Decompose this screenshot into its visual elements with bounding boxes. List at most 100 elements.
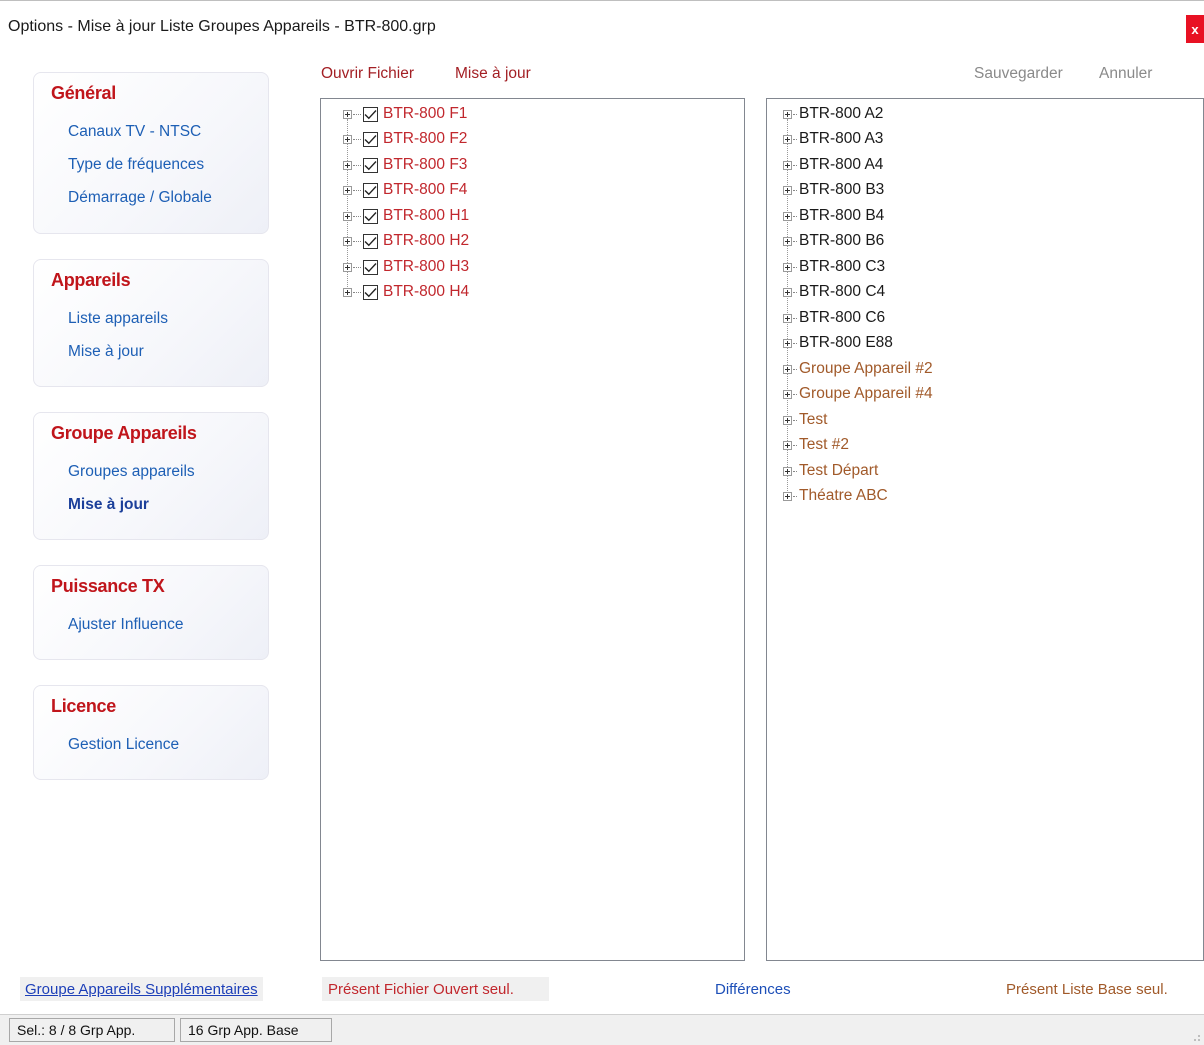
tree-item[interactable]: BTR-800 C3 bbox=[783, 256, 885, 278]
expand-icon[interactable] bbox=[783, 313, 792, 323]
sidebar-item-group-update[interactable]: Mise à jour bbox=[68, 496, 149, 514]
legend-only-base: Présent Liste Base seul. bbox=[1006, 977, 1168, 1001]
update-link[interactable]: Mise à jour bbox=[455, 65, 531, 83]
tree-item[interactable]: BTR-800 A2 bbox=[783, 103, 883, 125]
tree-item[interactable]: Test #2 bbox=[783, 434, 849, 456]
expand-icon[interactable] bbox=[343, 262, 352, 272]
cancel-link[interactable]: Annuler bbox=[1099, 65, 1152, 83]
tree-item[interactable]: BTR-800 C4 bbox=[783, 281, 885, 303]
expand-icon[interactable] bbox=[783, 134, 792, 144]
tree-item[interactable]: BTR-800 H3 bbox=[343, 256, 469, 278]
checkbox[interactable] bbox=[363, 259, 378, 275]
expand-icon[interactable] bbox=[783, 364, 792, 374]
checkbox[interactable] bbox=[363, 233, 378, 249]
checkbox[interactable] bbox=[363, 284, 378, 300]
save-link[interactable]: Sauvegarder bbox=[974, 65, 1063, 83]
tree-item-label: Théatre ABC bbox=[799, 487, 888, 504]
sidebar-item-device-update[interactable]: Mise à jour bbox=[68, 343, 144, 361]
tree-item[interactable]: BTR-800 F2 bbox=[343, 128, 467, 150]
tree-item-label: BTR-800 B4 bbox=[799, 207, 885, 224]
tree-item[interactable]: Théatre ABC bbox=[783, 485, 888, 507]
tree-item[interactable]: BTR-800 B3 bbox=[783, 179, 884, 201]
sidebar-section-tx-power: Puissance TX Ajuster Influence bbox=[33, 565, 269, 660]
tree-item[interactable]: BTR-800 C6 bbox=[783, 307, 885, 329]
expand-icon[interactable] bbox=[783, 440, 792, 450]
expand-icon[interactable] bbox=[783, 109, 792, 119]
tree-item-label: BTR-800 F2 bbox=[383, 130, 468, 147]
checkbox[interactable] bbox=[363, 182, 378, 198]
expand-icon[interactable] bbox=[343, 236, 352, 246]
expand-icon[interactable] bbox=[783, 287, 792, 297]
legend-only-open-file-label: Présent Fichier Ouvert seul. bbox=[328, 980, 514, 998]
section-title: Groupe Appareils bbox=[51, 423, 197, 443]
expand-icon[interactable] bbox=[783, 491, 792, 501]
legend-only-base-label: Présent Liste Base seul. bbox=[1006, 980, 1168, 998]
expand-icon[interactable] bbox=[783, 185, 792, 195]
expand-icon[interactable] bbox=[783, 389, 792, 399]
tree-item[interactable]: BTR-800 H1 bbox=[343, 205, 469, 227]
tree-item[interactable]: Groupe Appareil #2 bbox=[783, 358, 933, 380]
check-icon bbox=[364, 160, 377, 170]
checkbox[interactable] bbox=[363, 208, 378, 224]
expand-icon[interactable] bbox=[783, 211, 792, 221]
expand-icon[interactable] bbox=[783, 415, 792, 425]
sidebar-item-adjust-influence[interactable]: Ajuster Influence bbox=[68, 616, 183, 634]
expand-icon[interactable] bbox=[343, 211, 352, 221]
tree-item[interactable]: BTR-800 B4 bbox=[783, 205, 884, 227]
checkbox[interactable] bbox=[363, 106, 378, 122]
tree-item-label: BTR-800 F4 bbox=[383, 181, 468, 198]
tree-item-label: BTR-800 B6 bbox=[799, 232, 885, 249]
expand-icon[interactable] bbox=[783, 236, 792, 246]
expand-icon[interactable] bbox=[343, 185, 352, 195]
sidebar-item-tv-channels[interactable]: Canaux TV - NTSC bbox=[68, 123, 201, 141]
sidebar-item-device-groups[interactable]: Groupes appareils bbox=[68, 463, 195, 481]
tree-item[interactable]: Test bbox=[783, 409, 827, 431]
sidebar-item-device-list[interactable]: Liste appareils bbox=[68, 310, 168, 328]
sidebar-item-startup-global[interactable]: Démarrage / Globale bbox=[68, 189, 212, 207]
tree-item-label: BTR-800 A3 bbox=[799, 130, 884, 147]
tree-item[interactable]: BTR-800 H4 bbox=[343, 281, 469, 303]
expand-icon[interactable] bbox=[783, 262, 792, 272]
checkbox[interactable] bbox=[363, 157, 378, 173]
tree-item[interactable]: BTR-800 F1 bbox=[343, 103, 467, 125]
expand-icon[interactable] bbox=[343, 134, 352, 144]
tree-item[interactable]: Test Départ bbox=[783, 460, 878, 482]
legend-extra-groups[interactable]: Groupe Appareils Supplémentaires bbox=[20, 977, 263, 1001]
open-file-tree[interactable]: BTR-800 F1 BTR-800 F2 BTR-800 F3 BTR-800… bbox=[320, 98, 745, 961]
legend-only-open-file: Présent Fichier Ouvert seul. bbox=[322, 977, 549, 1001]
tree-item[interactable]: BTR-800 H2 bbox=[343, 230, 469, 252]
section-title: Licence bbox=[51, 696, 116, 716]
tree-item-label: BTR-800 E88 bbox=[799, 334, 893, 351]
title-bar: Options - Mise à jour Liste Groupes Appa… bbox=[0, 0, 1204, 54]
check-icon bbox=[364, 185, 377, 195]
base-list-tree[interactable]: BTR-800 A2 BTR-800 A3 BTR-800 A4 BTR-800… bbox=[766, 98, 1204, 961]
tree-item[interactable]: BTR-800 A3 bbox=[783, 128, 883, 150]
resize-grip-icon[interactable] bbox=[1193, 1034, 1201, 1042]
sidebar-section-device-groups: Groupe Appareils Groupes appareils Mise … bbox=[33, 412, 269, 540]
tree-item[interactable]: BTR-800 F4 bbox=[343, 179, 467, 201]
tree-item[interactable]: BTR-800 E88 bbox=[783, 332, 893, 354]
sidebar-item-frequency-type[interactable]: Type de fréquences bbox=[68, 156, 204, 174]
tree-item[interactable]: BTR-800 B6 bbox=[783, 230, 884, 252]
tree-item-label: Test #2 bbox=[799, 436, 849, 453]
expand-icon[interactable] bbox=[783, 466, 792, 476]
open-file-link[interactable]: Ouvrir Fichier bbox=[321, 65, 414, 83]
check-icon bbox=[364, 236, 377, 246]
tree-item-label: BTR-800 A4 bbox=[799, 156, 884, 173]
sidebar-item-license-management[interactable]: Gestion Licence bbox=[68, 736, 179, 754]
close-button[interactable]: x bbox=[1186, 15, 1204, 43]
expand-icon[interactable] bbox=[343, 109, 352, 119]
tree-item-label: Groupe Appareil #2 bbox=[799, 360, 933, 377]
expand-icon[interactable] bbox=[783, 338, 792, 348]
tree-item[interactable]: BTR-800 A4 bbox=[783, 154, 883, 176]
expand-icon[interactable] bbox=[783, 160, 792, 170]
check-icon bbox=[364, 287, 377, 297]
expand-icon[interactable] bbox=[343, 160, 352, 170]
tree-item[interactable]: BTR-800 F3 bbox=[343, 154, 467, 176]
tree-item-label: BTR-800 C3 bbox=[799, 258, 886, 275]
legend-extra-groups-label: Groupe Appareils Supplémentaires bbox=[25, 980, 258, 998]
expand-icon[interactable] bbox=[343, 287, 352, 297]
tree-item[interactable]: Groupe Appareil #4 bbox=[783, 383, 933, 405]
checkbox[interactable] bbox=[363, 131, 378, 147]
window-title: Options - Mise à jour Liste Groupes Appa… bbox=[8, 18, 436, 35]
